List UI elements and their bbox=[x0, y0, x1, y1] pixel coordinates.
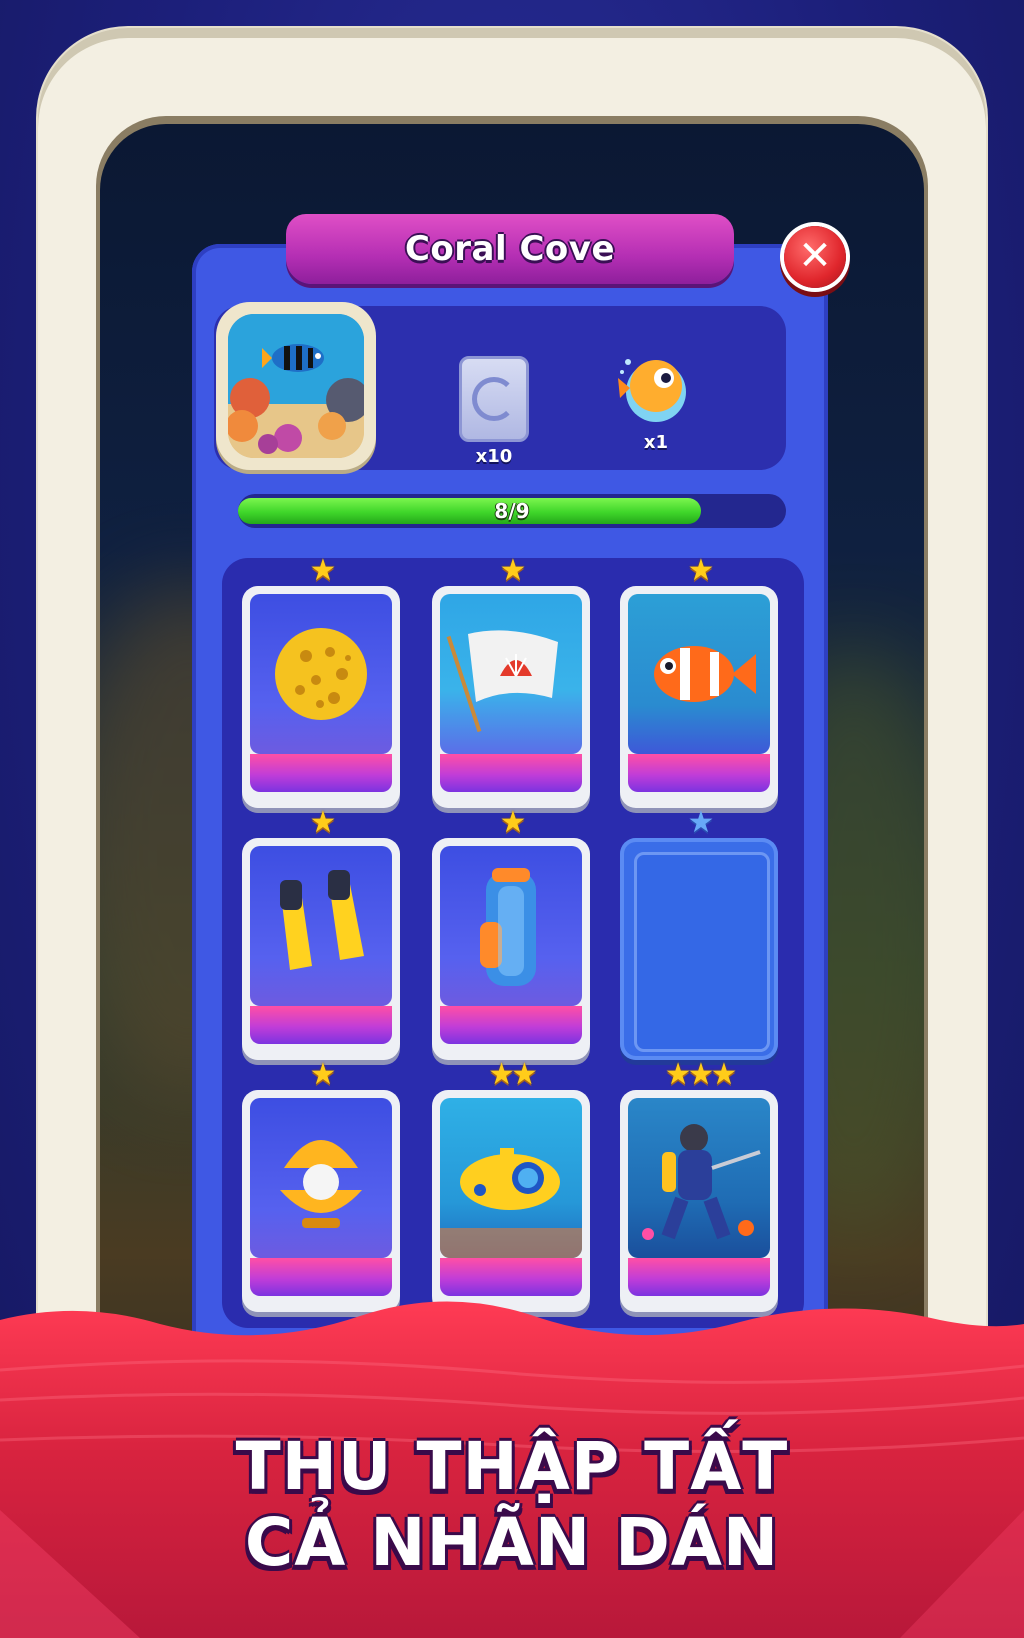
card-pack-icon bbox=[459, 356, 529, 442]
reward-pufferfish: x1 bbox=[616, 348, 696, 453]
clownfish-icon bbox=[654, 646, 756, 702]
card-2-stars: ★ bbox=[499, 553, 527, 588]
collection-progress-bar: 8/9 bbox=[238, 494, 786, 528]
sticker-card-clownfish[interactable] bbox=[620, 586, 778, 808]
diver-golfer-icon bbox=[642, 1124, 761, 1240]
sticker-card-submarine[interactable] bbox=[432, 1090, 590, 1312]
pearl-golf-ball-icon bbox=[280, 1140, 362, 1228]
sticker-card-flag[interactable] bbox=[432, 586, 590, 808]
card-4-stars: ★ bbox=[309, 805, 337, 840]
card-8-stars: ★★ bbox=[488, 1057, 538, 1092]
pufferfish-icon bbox=[618, 359, 686, 422]
sticker-card-sponge[interactable] bbox=[242, 586, 400, 808]
card-1-stars: ★ bbox=[309, 553, 337, 588]
album-cover-image bbox=[216, 302, 376, 470]
promo-headline-line2: CẢ NHÃN DÁN bbox=[244, 1504, 780, 1581]
sticker-card-diver[interactable] bbox=[620, 1090, 778, 1312]
card-5-stars: ★ bbox=[499, 805, 527, 840]
sticker-card-pearl[interactable] bbox=[242, 1090, 400, 1312]
card-6-stars: ★ bbox=[687, 805, 715, 840]
flippers-icon bbox=[280, 870, 364, 970]
sticker-card-golf-bag[interactable] bbox=[432, 838, 590, 1060]
card-9-stars: ★★★ bbox=[664, 1057, 738, 1092]
golf-bag-icon bbox=[480, 868, 536, 986]
empty-slot-icon bbox=[634, 852, 770, 1052]
progress-label: 8/9 bbox=[494, 499, 530, 523]
sticker-card-empty-slot[interactable] bbox=[620, 838, 778, 1060]
card-7-stars: ★ bbox=[309, 1057, 337, 1092]
reward-card-pack: x10 bbox=[454, 356, 534, 467]
promo-headline-line1: THU THẬP TẤT bbox=[235, 1428, 789, 1505]
close-button[interactable]: ✕ bbox=[784, 226, 846, 288]
shell-flag-icon bbox=[446, 630, 558, 733]
submarine-icon bbox=[440, 1148, 582, 1258]
album-title-banner: Coral Cove bbox=[286, 214, 734, 284]
reward-card-pack-qty: x10 bbox=[475, 446, 513, 467]
album-title: Coral Cove bbox=[404, 229, 616, 269]
card-3-stars: ★ bbox=[687, 553, 715, 588]
sea-sponge-icon bbox=[275, 628, 367, 720]
sticker-card-flippers[interactable] bbox=[242, 838, 400, 1060]
close-icon: ✕ bbox=[798, 233, 832, 279]
